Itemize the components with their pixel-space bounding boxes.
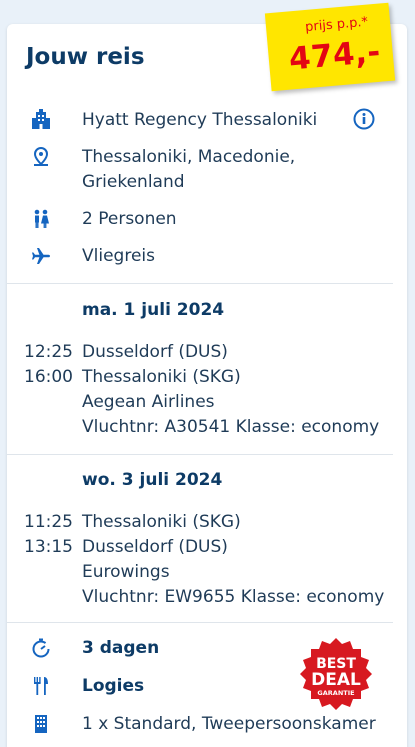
stay-duration: 3 dagen [82,638,160,658]
travel-type: Vliegreis [82,246,155,266]
location-line2: Griekenland [82,172,185,192]
return-departure-time: 11:25 [24,512,73,532]
page-title: Jouw reis [26,44,145,70]
best-deal-seal: BEST DEAL GARANTIE [298,636,374,712]
duration-timer-icon [30,637,52,659]
price-value: 474,- [287,33,383,78]
airplane-icon [30,245,52,267]
divider [7,283,393,284]
outbound-departure-airport: Dusseldorf (DUS) [82,342,228,362]
outbound-arrival-time: 16:00 [24,367,73,387]
divider [7,622,393,623]
location-pin-icon [30,146,52,168]
return-arrival-airport: Dusseldorf (DUS) [82,537,228,557]
seal-line3: GARANTIE [317,689,354,697]
seal-line2: DEAL [311,670,361,690]
info-icon[interactable] [353,108,375,130]
cutlery-icon [30,675,52,697]
persons-icon [30,208,52,230]
outbound-flight-info: Vluchtnr: A30541 Klasse: economy [82,417,380,437]
hotel-building-icon [30,108,52,130]
divider [7,454,393,455]
return-airline: Eurowings [82,562,170,582]
return-departure-airport: Thessaloniki (SKG) [82,512,241,532]
return-flight-info: Vluchtnr: EW9655 Klasse: economy [82,587,385,607]
return-date: wo. 3 juli 2024 [82,470,223,490]
outbound-date: ma. 1 juli 2024 [82,300,225,320]
board-type: Logies [82,676,145,696]
room-building-icon [30,713,52,735]
price-label: prijs p.p.* [304,14,369,36]
outbound-arrival-airport: Thessaloniki (SKG) [82,367,241,387]
outbound-airline: Aegean Airlines [82,392,215,412]
price-tag: prijs p.p.* 474,- [264,2,396,92]
hotel-name: Hyatt Regency Thessaloniki [82,110,318,130]
persons-count: 2 Personen [82,209,177,229]
room-type: 1 x Standard, Tweepersoonskamer [82,714,376,734]
outbound-departure-time: 12:25 [24,342,73,362]
return-arrival-time: 13:15 [24,537,73,557]
location-line1: Thessaloniki, Macedonie, [82,147,296,167]
